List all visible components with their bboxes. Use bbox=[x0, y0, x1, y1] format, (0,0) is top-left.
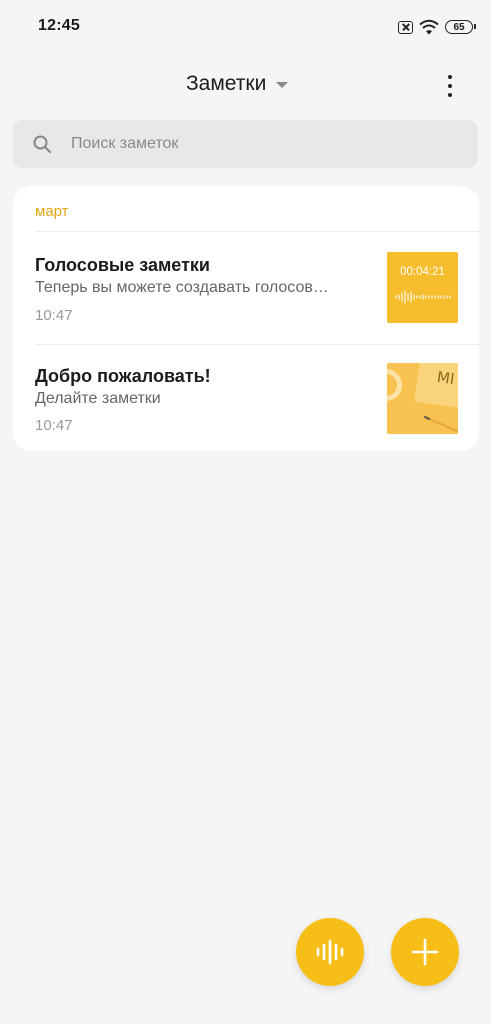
page-title: Заметки bbox=[186, 72, 267, 95]
note-title: Добро пожаловать! bbox=[35, 366, 211, 386]
note-item-welcome[interactable]: Добро пожаловать! Делайте заметки 10:47 … bbox=[13, 345, 479, 451]
notes-card: март Голосовые заметки Теперь вы можете … bbox=[13, 186, 479, 451]
section-label: март bbox=[35, 203, 69, 220]
note-preview: Делайте заметки bbox=[35, 390, 161, 407]
waveform-icon bbox=[395, 290, 451, 304]
note-item-voice-notes[interactable]: Голосовые заметки Теперь вы можете созда… bbox=[13, 232, 479, 344]
folder-selector[interactable]: Заметки bbox=[186, 72, 289, 96]
search-icon bbox=[33, 135, 51, 153]
note-time: 10:47 bbox=[35, 417, 73, 434]
search-bar[interactable] bbox=[13, 120, 478, 168]
battery-icon: 65 bbox=[445, 20, 476, 34]
note-time: 10:47 bbox=[35, 307, 73, 324]
no-sim-icon bbox=[398, 20, 413, 34]
more-dot-icon bbox=[448, 75, 452, 79]
search-input[interactable] bbox=[69, 134, 453, 154]
add-note-button[interactable] bbox=[391, 918, 459, 986]
voice-waveform-icon bbox=[316, 939, 344, 965]
voice-note-thumbnail: 00:04:21 bbox=[387, 252, 458, 323]
note-title: Голосовые заметки bbox=[35, 255, 210, 275]
status-time: 12:45 bbox=[38, 17, 80, 34]
note-preview: Теперь вы можете создавать голосов… bbox=[35, 279, 329, 296]
plus-icon bbox=[411, 938, 439, 966]
new-voice-note-button[interactable] bbox=[296, 918, 364, 986]
wifi-icon bbox=[419, 19, 439, 35]
more-dot-icon bbox=[448, 93, 452, 97]
app-header: Заметки bbox=[0, 64, 491, 108]
caret-down-icon bbox=[276, 82, 289, 88]
welcome-note-thumbnail: MI bbox=[387, 363, 458, 434]
status-icons: 65 bbox=[398, 17, 476, 37]
more-dot-icon bbox=[448, 84, 452, 88]
status-bar: 12:45 65 bbox=[0, 0, 491, 54]
thumbnail-text: MI bbox=[435, 367, 456, 389]
more-options-button[interactable] bbox=[436, 70, 464, 102]
